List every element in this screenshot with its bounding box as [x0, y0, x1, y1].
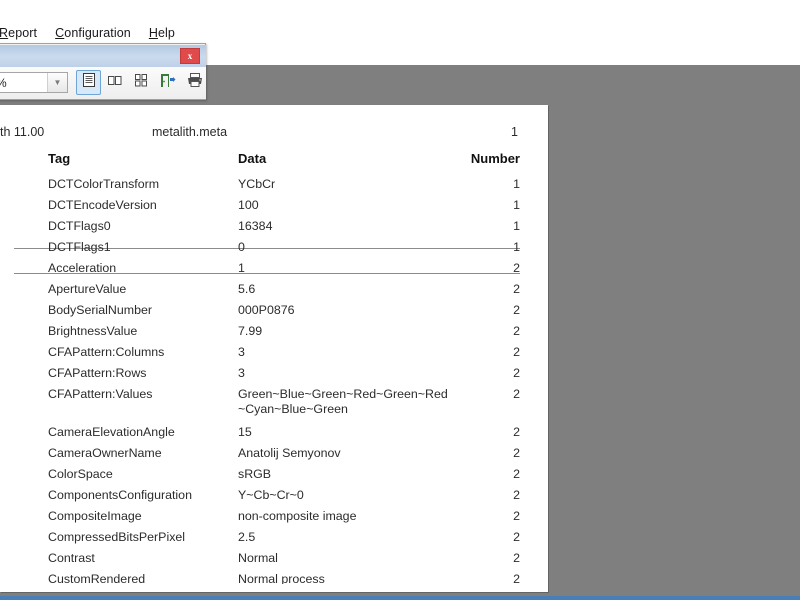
cell-number: 2: [513, 530, 520, 544]
single-page-icon: [81, 72, 97, 93]
table-row: CameraElevationAngle 15 2: [0, 425, 548, 446]
clipped-next-row: [0, 584, 548, 588]
cell-number: 2: [513, 425, 520, 439]
cell-number: 2: [513, 551, 520, 565]
cell-tag: CFAPattern:Columns: [48, 345, 165, 359]
menu-item-help[interactable]: Help: [140, 24, 184, 42]
cell-number: 2: [513, 324, 520, 338]
cell-tag: DCTColorTransform: [48, 177, 160, 191]
metadata-table-body: DCTColorTransform YCbCr 1 DCTEncodeVersion 1…: [0, 177, 548, 592]
column-header-data: Data: [238, 151, 267, 166]
cell-number: 2: [513, 366, 520, 380]
window-bottom-edge: [0, 596, 800, 600]
cell-number: 2: [513, 467, 520, 481]
table-row: ColorSpace sRGB 2: [0, 467, 548, 488]
cell-tag: DCTFlags0: [48, 219, 111, 233]
cell-tag: Acceleration: [48, 261, 117, 275]
close-icon[interactable]: x: [180, 48, 200, 64]
cell-number: 1: [513, 198, 520, 212]
menu-item-configuration-mnemonic: C: [55, 25, 65, 40]
table-row: DCTFlags1 0 1: [0, 240, 548, 261]
menu-item-report-mnemonic: R: [0, 25, 9, 40]
print-preview-toolbar-window: x 100% ▼: [0, 43, 206, 100]
table-row: CustomRendered Normal process 2: [0, 572, 548, 592]
cell-tag: BodySerialNumber: [48, 303, 152, 317]
report-file-name: metalith.meta: [152, 125, 228, 139]
cell-tag: CompressedBitsPerPixel: [48, 530, 186, 544]
table-row: CameraOwnerName Anatolij Semyonov 2: [0, 446, 548, 467]
single-page-view-button[interactable]: [76, 70, 101, 95]
two-page-view-button[interactable]: [102, 70, 127, 95]
menu-bar: Report Configuration Help: [0, 22, 800, 43]
column-header-number: Number: [470, 151, 520, 166]
cell-tag: CFAPattern:Rows: [48, 366, 147, 380]
table-row: DCTColorTransform YCbCr 1: [0, 177, 548, 198]
table-row: CompositeImage non-composite image 2: [0, 509, 548, 530]
cell-number: 2: [513, 282, 520, 296]
cell-number: 2: [513, 345, 520, 359]
exit-preview-button[interactable]: [155, 70, 180, 95]
cell-number: 2: [513, 303, 520, 317]
menu-item-report-label: eport: [8, 25, 38, 40]
menu-item-configuration-label: onfiguration: [64, 25, 131, 40]
menu-item-report[interactable]: Report: [0, 24, 46, 42]
table-row: CFAPattern:Values Green~Blue~Green~Red~Gr…: [0, 387, 548, 425]
exit-door-icon: [159, 72, 176, 94]
cell-tag: ComponentsConfiguration: [48, 488, 192, 502]
two-page-icon: [107, 72, 123, 93]
menu-item-help-label: elp: [157, 25, 175, 40]
cell-number: 2: [513, 446, 520, 460]
cell-tag: BrightnessValue: [48, 324, 138, 338]
table-row: CFAPattern:Columns 3 2: [0, 345, 548, 366]
print-button[interactable]: [182, 70, 207, 95]
table-row: CFAPattern:Rows 3 2: [0, 366, 548, 387]
cell-tag: CameraOwnerName: [48, 446, 162, 460]
cell-number: 2: [513, 387, 520, 401]
cell-number: 1: [513, 219, 520, 233]
four-page-icon: [133, 72, 149, 93]
menu-item-help-mnemonic: H: [148, 25, 158, 40]
zoom-level-value: 100%: [0, 76, 47, 90]
report-header: th 11.00 metalith.meta 1: [0, 125, 548, 145]
printer-icon: [186, 72, 204, 93]
table-column-headings: Tag Data Number: [0, 151, 548, 173]
preview-title-bar[interactable]: x: [0, 45, 206, 67]
cell-tag: ColorSpace: [48, 467, 113, 481]
cell-tag: ApertureValue: [48, 282, 127, 296]
four-page-view-button[interactable]: [128, 70, 153, 95]
application-window: Report Configuration Help th 11.00 metal…: [0, 0, 800, 600]
table-row: ComponentsConfiguration Y~Cb~Cr~0 2: [0, 488, 548, 509]
cell-tag: DCTEncodeVersion: [48, 198, 157, 212]
report-page-number: 1: [511, 125, 518, 139]
table-row: Acceleration 1 2: [0, 261, 548, 282]
cell-number: 1: [513, 240, 520, 254]
table-row: BrightnessValue 7.99 2: [0, 324, 548, 345]
table-row: ApertureValue 5.6 2: [0, 282, 548, 303]
cell-tag: DCTFlags1: [48, 240, 111, 254]
cell-number: 1: [513, 177, 520, 191]
cell-tag: Contrast: [48, 551, 95, 565]
cell-number: 2: [513, 261, 520, 275]
menu-item-configuration[interactable]: Configuration: [46, 24, 140, 42]
zoom-combo-box[interactable]: 100% ▼: [0, 72, 68, 93]
column-header-tag: Tag: [48, 151, 71, 166]
table-row: Contrast Normal 2: [0, 551, 548, 572]
report-preview-page: th 11.00 metalith.meta 1 Tag Data Number…: [0, 105, 548, 592]
table-row: DCTEncodeVersion 100 1: [0, 198, 548, 219]
preview-toolbar-strip: 100% ▼: [0, 67, 206, 99]
chevron-down-icon[interactable]: ▼: [47, 73, 67, 92]
cell-number: 2: [513, 488, 520, 502]
cell-tag: CameraElevationAngle: [48, 425, 175, 439]
table-row: BodySerialNumber 000P0876 2: [0, 303, 548, 324]
table-row: DCTFlags0 16384 1: [0, 219, 548, 240]
cell-tag: CompositeImage: [48, 509, 142, 523]
cell-tag: CFAPattern:Values: [48, 387, 153, 401]
table-row: CompressedBitsPerPixel 2.5 2: [0, 530, 548, 551]
report-app-version: th 11.00: [0, 125, 45, 139]
cell-number: 2: [513, 509, 520, 523]
